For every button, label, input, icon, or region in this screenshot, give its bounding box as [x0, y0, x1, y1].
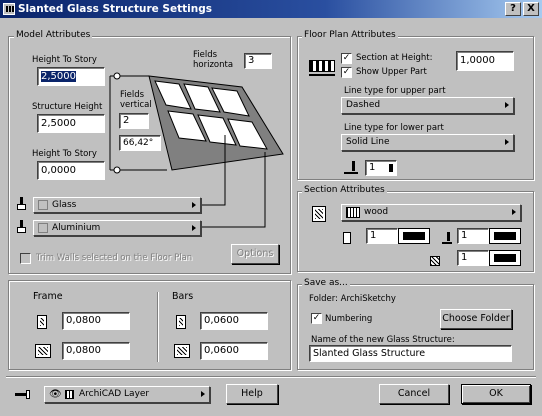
structure-height-field[interactable]: 2,5000 [37, 114, 105, 133]
app-icon [3, 3, 15, 15]
floor-pen-field[interactable]: 1 [365, 160, 397, 176]
section-pen-swatch-3[interactable] [489, 250, 521, 266]
section-pen-field-1[interactable]: 1 [366, 228, 398, 244]
folder-label: Folder: ArchiSketchy [309, 294, 396, 304]
section-pen-field-3[interactable]: 1 [457, 250, 489, 266]
section-pen-field-2[interactable]: 1 [457, 228, 489, 244]
height-to-story-bottom-field[interactable]: 0,0000 [37, 161, 105, 180]
options-button[interactable]: Options [231, 244, 279, 264]
title-bar: Slanted Glass Structure Settings [0, 0, 542, 18]
section-attributes-title: Section Attributes [302, 185, 387, 195]
layer-pen-icon [15, 387, 33, 401]
pen-icon [344, 161, 362, 175]
bars-value-1-field[interactable]: 0,0600 [200, 312, 268, 330]
section-plan-icon [309, 57, 335, 77]
choose-folder-button[interactable]: Choose Folder [440, 309, 512, 329]
line-lower-label: Line type for lower part [344, 123, 444, 133]
frame-value-1-field[interactable]: 0,0800 [62, 312, 130, 330]
section-at-height-field[interactable]: 1,0000 [456, 51, 514, 71]
section-fill-dropdown[interactable]: wood [341, 204, 521, 221]
model-attributes-title: Model Attributes [14, 30, 93, 40]
fields-horizontal-field[interactable]: 3 [244, 53, 272, 69]
bars-width-icon [176, 315, 186, 329]
section-fill-icon [312, 206, 326, 222]
help-button[interactable]: Help [226, 384, 278, 404]
cancel-button[interactable]: Cancel [379, 384, 449, 404]
height-to-story-top-label: Height To Story [32, 55, 97, 65]
save-as-title: Save as... [302, 278, 350, 288]
line-lower-dropdown[interactable]: Solid Line [341, 134, 514, 151]
aluminium-material-dropdown[interactable]: Aluminium [33, 220, 201, 236]
eye-icon: 👁 [49, 389, 62, 400]
ok-button[interactable]: OK [461, 384, 531, 404]
name-field[interactable]: Slanted Glass Structure [309, 345, 512, 362]
brush-icon [16, 197, 28, 211]
bars-depth-icon [174, 344, 190, 358]
floor-plan-title: Floor Plan Attributes [302, 30, 398, 40]
line-upper-dropdown[interactable]: Dashed [341, 97, 514, 114]
section-pen-swatch-1[interactable] [398, 228, 430, 244]
wood-swatch [346, 207, 360, 218]
window-title: Slanted Glass Structure Settings [18, 3, 212, 15]
numbering-label: Numbering [325, 314, 373, 324]
height-to-story-top-field[interactable]: 2,5000 [37, 67, 105, 86]
numbering-checkbox[interactable]: ✓ [311, 313, 322, 324]
section-pen-icon-3 [430, 256, 444, 268]
frame-value-2-field[interactable]: 0,0800 [62, 342, 130, 360]
section-pen-swatch-2[interactable] [489, 228, 521, 244]
aluminium-swatch [38, 223, 48, 233]
close-title-button[interactable]: X [523, 2, 539, 16]
layer-dropdown[interactable]: 👁 ArchiCAD Layer [44, 386, 210, 403]
trim-walls-label: Trim Walls selected on the Floor Plan [36, 253, 193, 263]
brush-icon-2 [16, 220, 28, 234]
line-upper-label: Line type for upper part [344, 86, 446, 96]
frame-width-icon [37, 315, 47, 329]
bars-title: Bars [172, 291, 194, 302]
frame-bars-separator [157, 292, 159, 362]
section-at-height-label: Section at Height: [356, 53, 433, 63]
help-title-button[interactable]: ? [505, 2, 521, 16]
structure-height-label: Structure Height [32, 102, 103, 112]
lock-icon [65, 390, 74, 399]
section-at-height-checkbox[interactable]: ✓ [341, 53, 352, 64]
section-pen-icon-1 [343, 232, 351, 244]
section-pen-icon-2 [442, 232, 454, 246]
fields-horizontal-label-1: Fields [193, 50, 218, 60]
show-upper-part-checkbox[interactable]: ✓ [341, 67, 352, 78]
glass-swatch [38, 200, 48, 210]
frame-depth-icon [35, 344, 51, 358]
trim-walls-checkbox[interactable] [20, 253, 31, 264]
frame-title: Frame [33, 291, 63, 302]
bottom-separator [6, 376, 536, 378]
fields-horizontal-label-2: horizonta [193, 60, 234, 70]
glass-material-dropdown[interactable]: Glass [33, 197, 201, 213]
connector-lines [200, 180, 266, 228]
height-to-story-bottom-label: Height To Story [32, 149, 97, 159]
bars-value-2-field[interactable]: 0,0600 [200, 342, 268, 360]
show-upper-part-label: Show Upper Part [356, 67, 427, 77]
name-label: Name of the new Glass Structure: [311, 335, 455, 345]
